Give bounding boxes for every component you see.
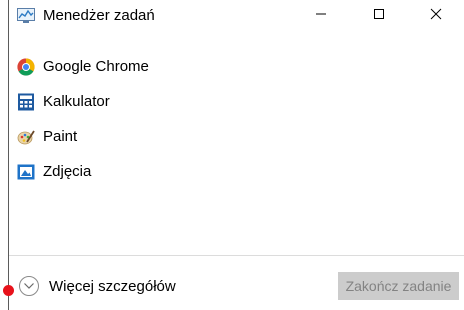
app-label: Kalkulator <box>43 93 110 110</box>
app-item-kalkulator[interactable]: Kalkulator <box>9 89 309 115</box>
close-icon <box>430 7 442 25</box>
minimize-button[interactable] <box>299 0 343 32</box>
calculator-icon <box>17 93 35 111</box>
more-details-button[interactable]: Więcej szczegółów <box>19 274 176 298</box>
cursor-marker <box>3 285 14 296</box>
more-details-label: Więcej szczegółów <box>49 277 176 295</box>
chevron-down-circle-icon <box>19 276 39 296</box>
title-bar[interactable]: Menedżer zadań <box>9 0 464 32</box>
app-item-zdjecia[interactable]: Zdjęcia <box>9 159 309 185</box>
maximize-icon <box>373 7 385 25</box>
footer-bar: Więcej szczegółów Zakończ zadanie <box>9 256 464 310</box>
end-task-button[interactable]: Zakończ zadanie <box>338 272 459 300</box>
paint-icon <box>17 128 35 146</box>
app-label: Google Chrome <box>43 58 149 75</box>
app-item-google-chrome[interactable]: Google Chrome <box>9 54 309 80</box>
app-item-paint[interactable]: Paint <box>9 124 309 150</box>
task-manager-icon <box>17 8 35 24</box>
chrome-icon <box>17 58 35 76</box>
app-label: Zdjęcia <box>43 163 92 180</box>
window-title: Menedżer zadań <box>43 7 155 24</box>
task-manager-window: Menedżer zadań Google Chrome Kalkulator … <box>8 0 464 310</box>
maximize-button[interactable] <box>357 0 401 32</box>
minimize-icon <box>315 7 327 25</box>
photos-icon <box>17 163 35 181</box>
app-label: Paint <box>43 128 78 145</box>
close-button[interactable] <box>414 0 458 32</box>
